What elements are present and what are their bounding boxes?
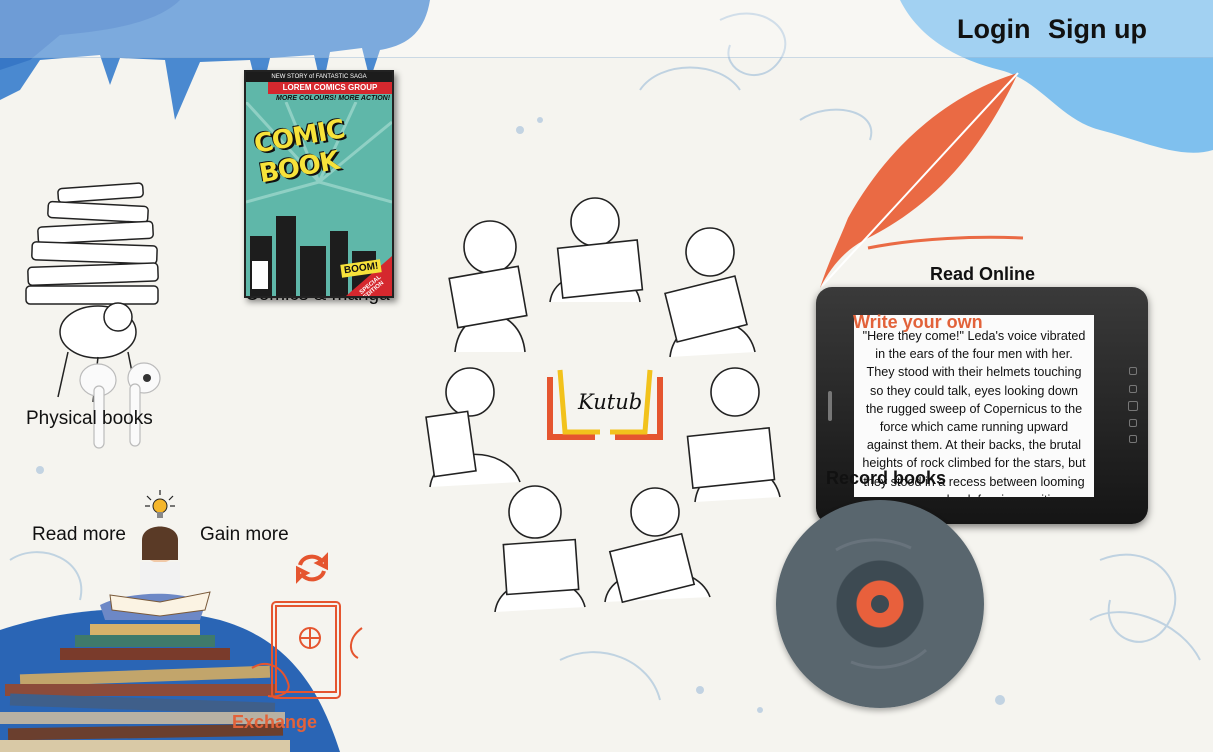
exchange-label[interactable]: Exchange [232,712,317,733]
ebook-side-button [828,391,832,421]
ebook-button [1129,385,1137,393]
login-link[interactable]: Login [957,14,1030,45]
lightbulb-icon [145,490,175,518]
write-your-own-label[interactable]: Write your own [853,312,983,333]
earbuds-icon [79,362,161,449]
feather-quill-icon [820,72,1024,288]
physical-books-label[interactable]: Physical books [26,408,153,430]
comic-top-line: NEW STORY of FANTASTIC SAGA [246,72,392,82]
comic-book-cover[interactable]: NEW STORY of FANTASTIC SAGA LOREM COMICS… [244,70,394,298]
refresh-arrows-icon[interactable] [296,551,328,585]
read-online-label[interactable]: Read Online [930,264,1035,285]
ebook-button [1129,367,1137,375]
comic-band: LOREM COMICS GROUP [268,82,392,94]
comic-tagline: MORE COLOURS! MORE ACTION! [276,95,391,102]
vinyl-record-icon [776,500,984,708]
ebook-button [1128,401,1138,411]
brand-logo-text[interactable]: Kutub [578,390,642,414]
top-nav-bar [0,0,1213,58]
ebook-button [1129,435,1137,443]
ebook-button [1129,419,1137,427]
vinyl-hole [871,595,889,613]
record-books-label[interactable]: Record books [826,468,946,489]
book-exchange-icon [251,601,363,699]
signup-link[interactable]: Sign up [1048,14,1147,45]
